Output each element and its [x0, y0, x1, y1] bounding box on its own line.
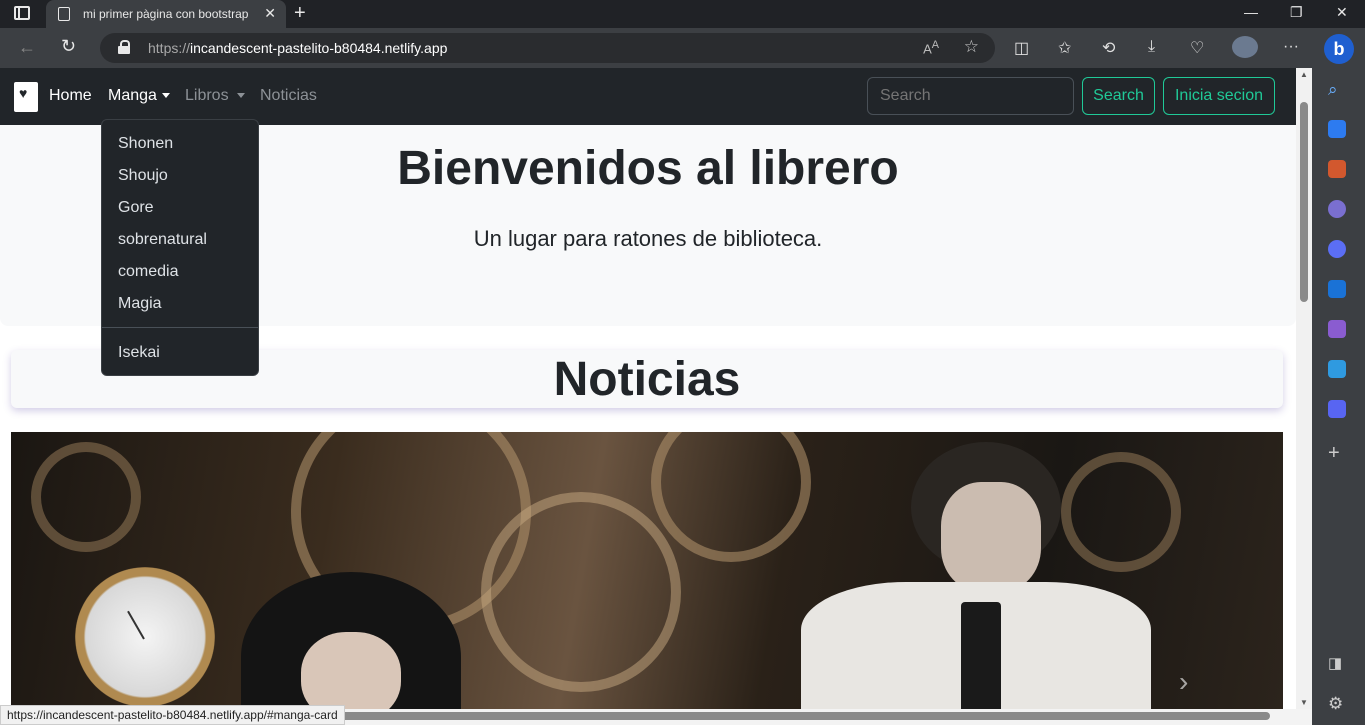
status-bar: https://incandescent-pastelito-b80484.ne…: [0, 705, 345, 725]
send-icon[interactable]: [1328, 360, 1346, 378]
search-button[interactable]: Search: [1082, 77, 1155, 115]
navbar: Home Manga Libros Noticias Search Inicia…: [0, 68, 1296, 125]
login-button[interactable]: Inicia secion: [1163, 77, 1275, 115]
downloads-icon[interactable]: ⤓: [1148, 38, 1155, 56]
manga-dropdown-menu: Shonen Shoujo Gore sobrenatural comedia …: [101, 119, 259, 376]
scroll-down-icon[interactable]: ▼: [1300, 698, 1308, 707]
favorite-star-icon[interactable]: ☆: [964, 37, 979, 57]
gear-shape: [651, 432, 811, 562]
page-icon: [58, 7, 70, 21]
history-icon[interactable]: ⟲: [1102, 38, 1115, 58]
window-close-icon[interactable]: ✕: [1336, 4, 1348, 21]
outlook-icon[interactable]: [1328, 280, 1346, 298]
microsoft365-icon[interactable]: [1328, 240, 1346, 258]
nav-noticias[interactable]: Noticias: [260, 87, 317, 105]
gear-shape: [1061, 452, 1181, 572]
pocket-watch: [75, 567, 215, 707]
refresh-icon[interactable]: ↻: [61, 36, 76, 57]
more-menu-icon[interactable]: ···: [1283, 38, 1299, 56]
favorites-icon[interactable]: ✩: [1058, 38, 1071, 58]
bookmark-heart-icon[interactable]: [14, 82, 38, 112]
carousel-image[interactable]: ›: [11, 432, 1283, 709]
url-text: https://incandescent-pastelito-b80484.ne…: [148, 40, 448, 56]
close-tab-icon[interactable]: ✕: [264, 5, 276, 22]
split-screen-icon[interactable]: ◫: [1014, 38, 1029, 58]
minimize-icon[interactable]: —: [1244, 4, 1258, 20]
browser-tab-bar: mi primer pàgina con bootstrap ✕ + — ❐ ✕: [0, 0, 1365, 28]
games-icon[interactable]: [1328, 200, 1346, 218]
browser-essentials-icon[interactable]: ♡: [1190, 38, 1204, 58]
dropdown-item-sobrenatural[interactable]: sobrenatural: [118, 231, 207, 249]
bing-icon[interactable]: b: [1324, 34, 1354, 64]
dropdown-item-gore[interactable]: Gore: [118, 199, 154, 217]
caret-down-icon: [161, 93, 170, 99]
search-sidebar-icon[interactable]: ⌕: [1328, 80, 1346, 99]
vertical-scrollbar[interactable]: ▲ ▼: [1296, 68, 1312, 709]
settings-gear-icon[interactable]: ⚙: [1328, 694, 1346, 713]
dropdown-item-shonen[interactable]: Shonen: [118, 135, 173, 153]
gear-shape: [481, 492, 681, 692]
nav-manga[interactable]: Manga: [108, 87, 170, 105]
dropdown-item-isekai[interactable]: Isekai: [118, 344, 160, 362]
caret-down-icon: [236, 93, 245, 99]
dropdown-divider: [102, 327, 258, 328]
web-page: Home Manga Libros Noticias Search Inicia…: [0, 68, 1296, 709]
read-aloud-icon[interactable]: AA: [923, 39, 939, 56]
tab-actions-icon[interactable]: [14, 6, 30, 20]
nav-libros[interactable]: Libros: [185, 87, 245, 105]
gear-shape: [31, 442, 141, 552]
shopping-icon[interactable]: [1328, 120, 1346, 138]
back-icon[interactable]: ←: [18, 37, 36, 58]
designer-icon[interactable]: [1328, 320, 1346, 338]
scroll-up-icon[interactable]: ▲: [1300, 70, 1308, 79]
new-tab-icon[interactable]: +: [294, 2, 306, 25]
dropdown-item-comedia[interactable]: comedia: [118, 263, 178, 281]
dropdown-item-magia[interactable]: Magia: [118, 295, 162, 313]
profile-avatar[interactable]: [1232, 36, 1258, 58]
sidebar-toggle-icon[interactable]: ◨: [1328, 654, 1346, 672]
nav-home[interactable]: Home: [49, 87, 92, 105]
lock-icon[interactable]: [118, 40, 130, 54]
restore-icon[interactable]: ❐: [1290, 4, 1303, 21]
dropdown-item-shoujo[interactable]: Shoujo: [118, 167, 168, 185]
search-input[interactable]: [867, 77, 1074, 115]
girl-face: [301, 632, 401, 709]
boy-face: [941, 482, 1041, 592]
tab-title: mi primer pàgina con bootstrap: [83, 7, 249, 21]
carousel-next-icon[interactable]: ›: [1179, 666, 1188, 698]
browser-tab[interactable]: mi primer pàgina con bootstrap ✕: [46, 0, 286, 28]
tools-icon[interactable]: [1328, 160, 1346, 178]
discord-icon[interactable]: [1328, 400, 1346, 418]
add-icon[interactable]: +: [1328, 442, 1346, 464]
boy-tie: [961, 602, 1001, 709]
horizontal-scrollbar[interactable]: [340, 712, 1270, 720]
scroll-thumb[interactable]: [1300, 102, 1308, 302]
address-bar[interactable]: https://incandescent-pastelito-b80484.ne…: [100, 33, 995, 63]
